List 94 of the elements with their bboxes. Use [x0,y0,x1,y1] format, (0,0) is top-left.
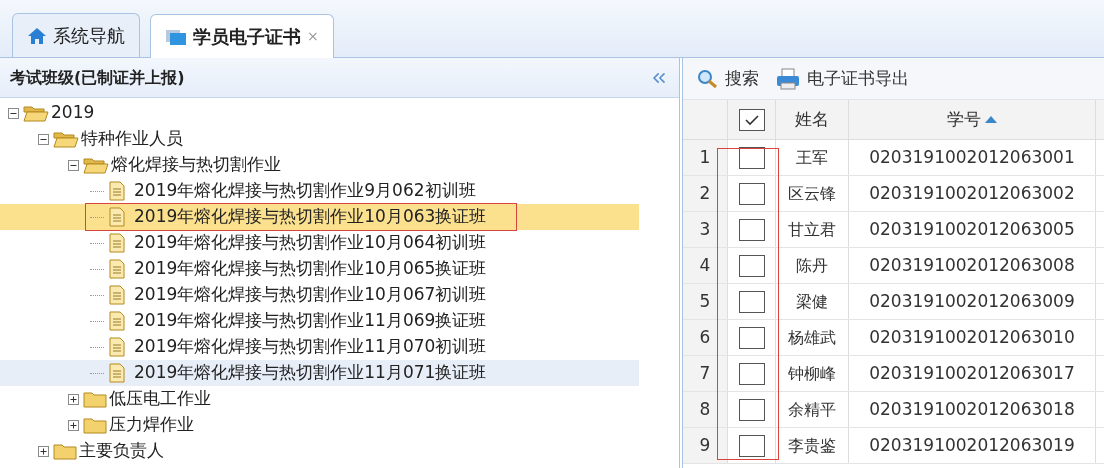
tree-item-label: 2019年熔化焊接与热切割作业10月067初训班 [134,283,487,307]
expand-toggle-icon[interactable] [68,393,79,405]
tree-row[interactable]: 2019年熔化焊接与热切割作业10月067初训班 [0,282,639,308]
row-checkbox[interactable] [738,398,765,421]
tree-item-label: 2019年熔化焊接与热切割作业10月063换证班 [134,205,487,229]
row-checkbox[interactable] [738,290,765,313]
row-number: 6 [683,320,728,355]
toolbar-button[interactable]: 电子证书导出 [775,65,909,92]
table-cell: 0203191002012063018 [849,392,1096,427]
tree-row[interactable]: 2019年熔化焊接与热切割作业11月071换证班 [0,360,639,386]
search-icon [697,68,719,89]
column-header[interactable]: 学号 [849,100,1096,139]
tree-item[interactable]: 低压电工作业 [109,386,211,412]
tree-row[interactable]: 2019年熔化焊接与热切割作业11月070初训班 [0,334,639,360]
collapse-toggle-icon[interactable] [38,133,49,145]
tab[interactable]: 学员电子证书 × [150,14,334,58]
folder-icon [165,27,187,46]
expand-toggle-icon[interactable] [68,419,79,431]
table-cell: 0203191002012063001 [849,140,1096,175]
tree-item-label: 2019年熔化焊接与热切割作业11月071换证班 [134,361,487,385]
check-icon [743,113,760,126]
tree-row[interactable]: 2019年熔化焊接与热切割作业11月069换证班 [0,308,639,334]
printer-icon [775,67,801,90]
table-cell: 0203191002012063019 [849,428,1096,463]
document-icon [108,233,126,253]
tree-row[interactable]: 2019年熔化焊接与热切割作业9月062初训班 [0,178,639,204]
tree-item[interactable]: 熔化焊接与热切割作业 [111,152,281,178]
table-cell: 0203191002012063017 [849,356,1096,391]
table-cell: 0203191002012063008 [849,248,1096,283]
tree-item[interactable]: 压力焊作业 [109,412,194,438]
tree-item-label: 2019年熔化焊接与热切割作业10月065换证班 [134,257,487,281]
tree-item-label: 2019年熔化焊接与热切割作业10月064初训班 [134,231,487,255]
table-cell: 杨雄武 [776,320,849,355]
row-number: 8 [683,392,728,427]
table-cell: 钟柳峰 [776,356,849,391]
table-cell: 0203191002012063009 [849,284,1096,319]
panel-title: 考试班级(已制证并上报) [10,66,185,89]
row-checkbox[interactable] [738,146,765,169]
row-checkbox[interactable] [738,434,765,457]
row-number: 5 [683,284,728,319]
open-folder-icon [23,104,49,122]
table-cell: 陈丹 [776,248,849,283]
select-all-checkbox[interactable] [738,108,765,131]
table-cell: 0203191002012063010 [849,320,1096,355]
folder-icon [53,442,77,460]
row-number: 3 [683,212,728,247]
table-cell: 0203191002012063002 [849,176,1096,211]
table-cell: 王军 [776,140,849,175]
row-number: 4 [683,248,728,283]
tree-item-label: 2019年熔化焊接与热切割作业11月070初训班 [134,335,487,359]
table-cell: 余精平 [776,392,849,427]
collapse-toggle-icon[interactable] [68,159,79,171]
document-icon [108,363,126,383]
collapse-toggle-icon[interactable] [8,107,19,119]
table-cell: 区云锋 [776,176,849,211]
document-icon [108,181,126,201]
expand-toggle-icon[interactable] [38,445,49,457]
table-cell: 0203191002012063005 [849,212,1096,247]
open-folder-icon [83,156,109,174]
row-checkbox[interactable] [738,218,765,241]
tree-item-label: 2019年熔化焊接与热切割作业11月069换证班 [134,309,487,333]
row-checkbox[interactable] [738,326,765,349]
table-cell: 梁健 [776,284,849,319]
tab[interactable]: 系统导航 [12,13,140,57]
document-icon [108,311,126,331]
tree-item[interactable]: 2019 [51,100,95,126]
document-icon [108,207,126,227]
table-cell: 甘立君 [776,212,849,247]
open-folder-icon [53,130,79,148]
folder-icon [83,416,107,434]
folder-icon [83,390,107,408]
row-checkbox[interactable] [738,182,765,205]
row-number: 1 [683,140,728,175]
tree-row[interactable]: 2019年熔化焊接与热切割作业10月063换证班 [0,204,639,230]
tree-row[interactable]: 2019年熔化焊接与热切割作业10月065换证班 [0,256,639,282]
home-icon [27,26,47,45]
tree-item-label: 2019年熔化焊接与热切割作业9月062初训班 [134,179,476,203]
row-checkbox[interactable] [738,362,765,385]
table-cell: 李贵鉴 [776,428,849,463]
document-icon [108,259,126,279]
row-number: 7 [683,356,728,391]
tree-row[interactable]: 2019年熔化焊接与热切割作业10月064初训班 [0,230,639,256]
toolbar-button[interactable]: 搜索 [697,65,759,92]
document-icon [108,337,126,357]
row-number: 9 [683,428,728,463]
row-number: 2 [683,176,728,211]
tree-item[interactable]: 主要负责人 [79,438,164,464]
tab-label: 系统导航 [53,24,125,48]
row-checkbox[interactable] [738,254,765,277]
document-icon [108,285,126,305]
tab-label: 学员电子证书 [193,25,301,49]
tree-item[interactable]: 特种作业人员 [81,126,183,152]
sort-ascending-icon [985,116,997,123]
column-header[interactable]: 姓名 [776,100,849,139]
